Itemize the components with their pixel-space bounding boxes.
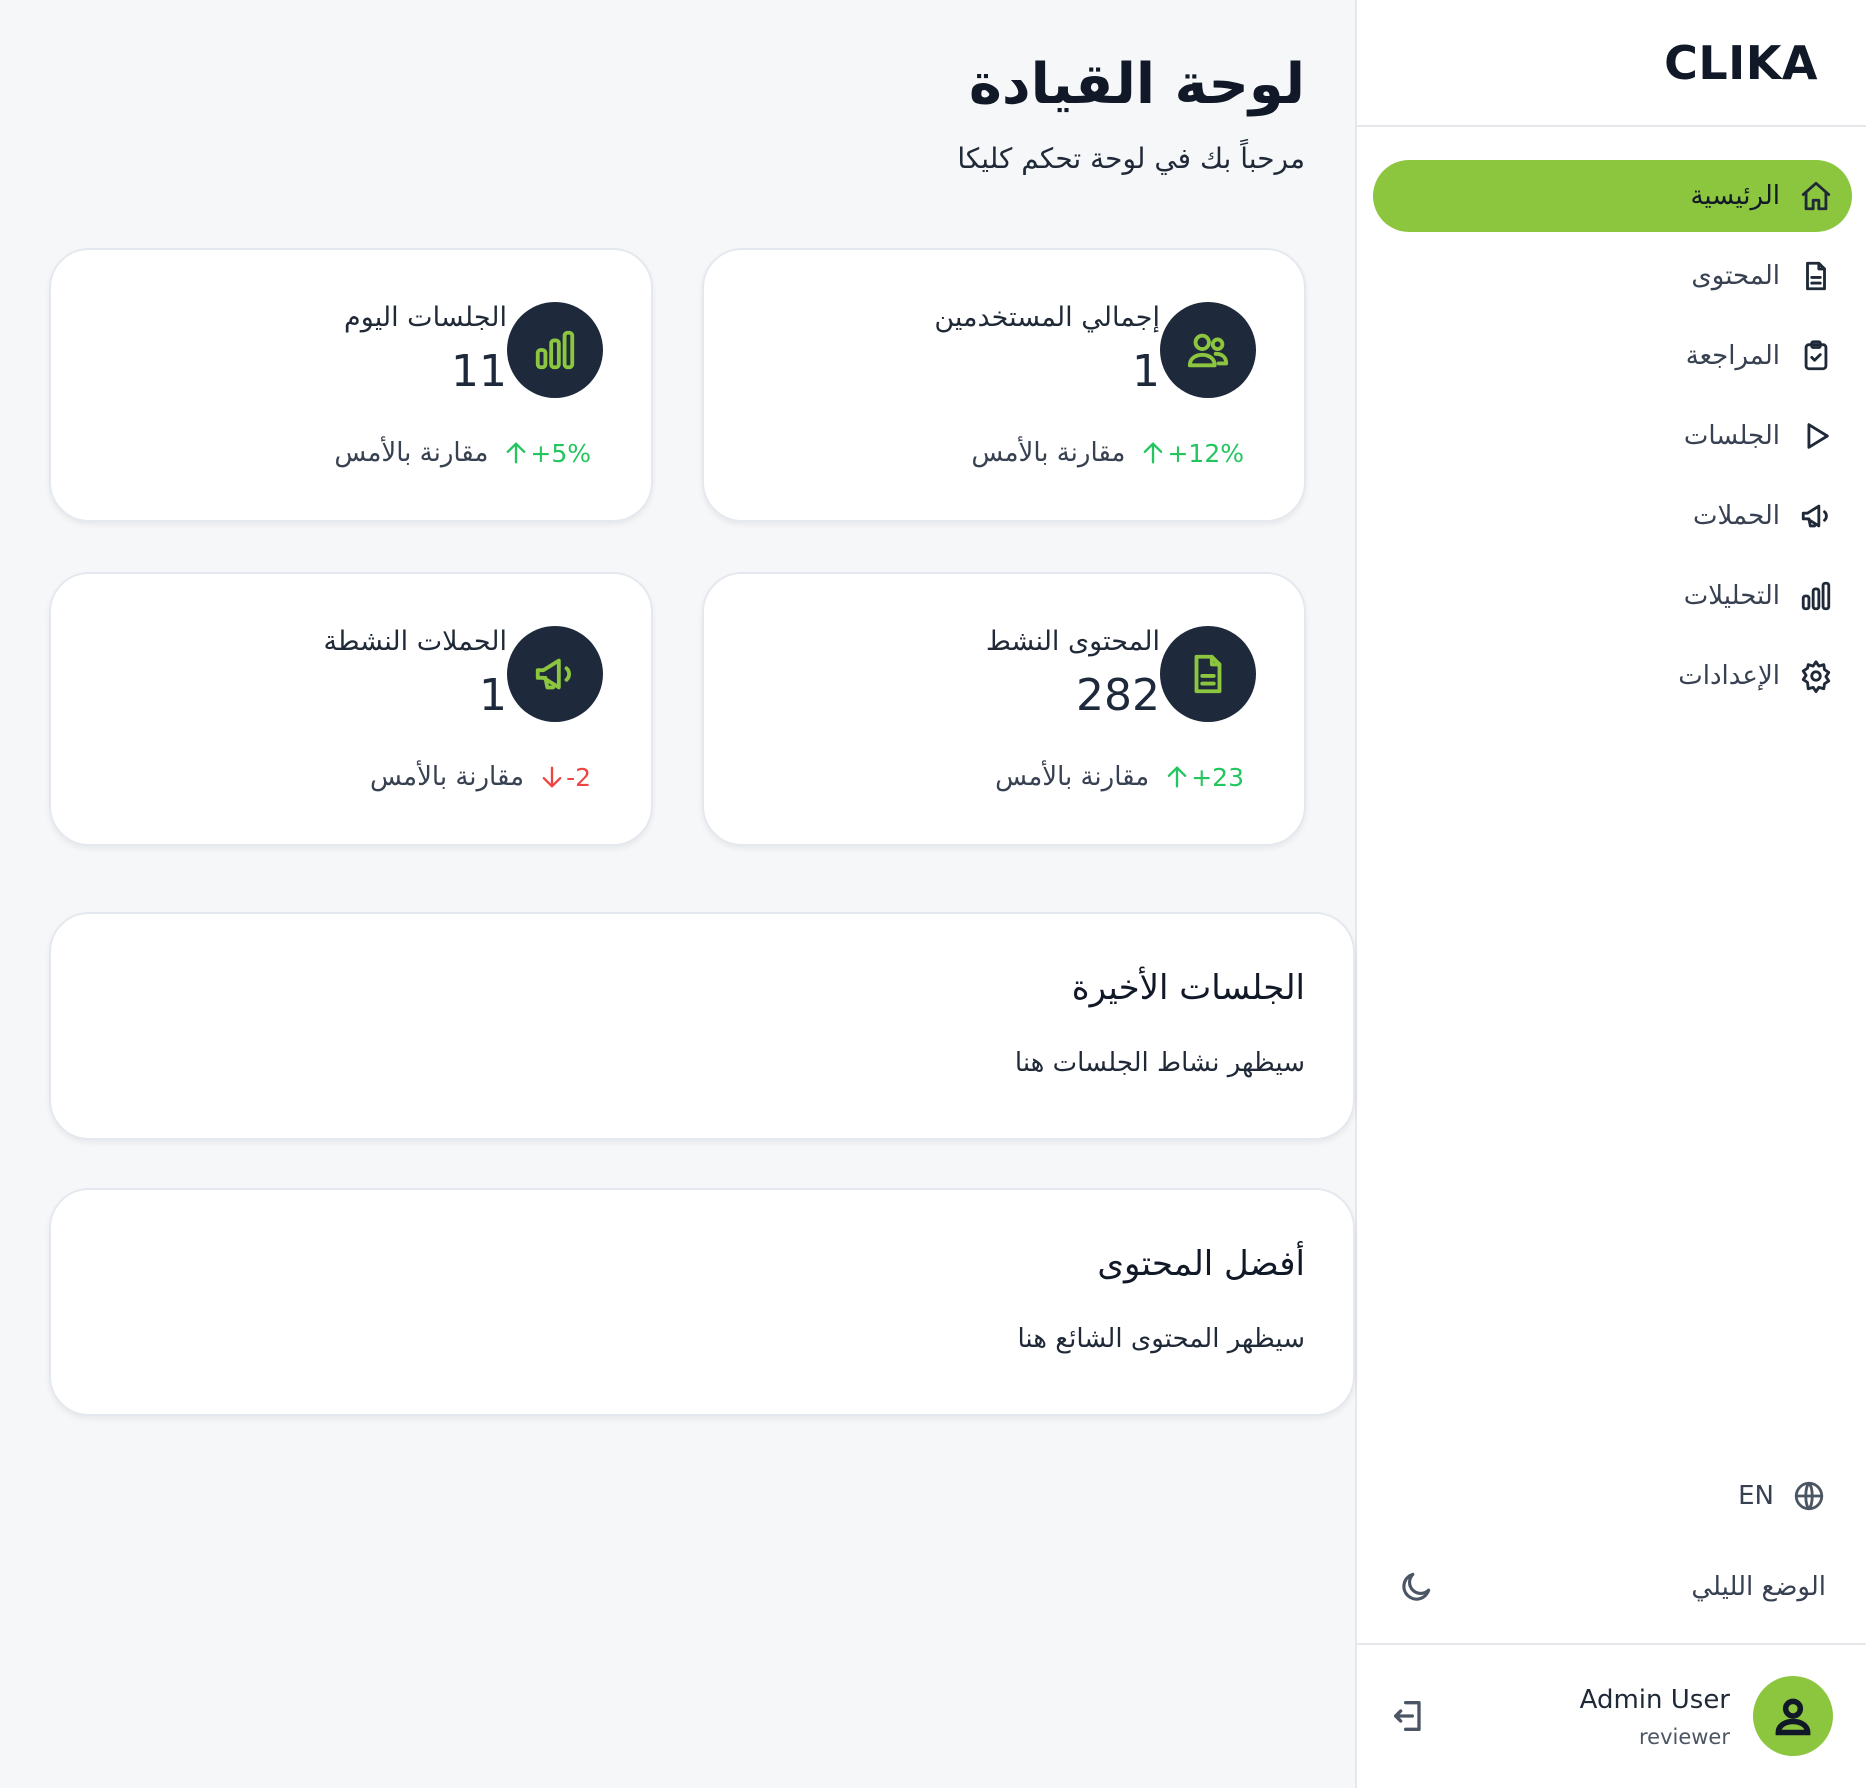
document-icon — [1796, 256, 1836, 296]
top-content-title: أفضل المحتوى — [1097, 1244, 1305, 1284]
stat-label: المحتوى النشط — [985, 626, 1160, 657]
stat-delta-value: +23 — [1191, 762, 1244, 792]
stat-icon-circle — [507, 302, 603, 398]
stat-compare: +12% مقارنة بالأمس — [971, 438, 1244, 468]
stat-compare: -2 مقارنة بالأمس — [370, 762, 591, 792]
recent-sessions-empty-text: سيظهر نشاط الجلسات هنا — [1014, 1048, 1305, 1078]
sidebar-item-home[interactable]: الرئيسية — [1373, 160, 1852, 232]
page-subtitle: مرحباً بك في لوحة تحكم كليكا — [957, 142, 1305, 175]
users-icon — [1187, 333, 1229, 368]
arrow-up-icon — [1144, 442, 1163, 464]
stat-compare-text: مقارنة بالأمس — [370, 762, 525, 792]
night-mode-label: الوضع الليلي — [1691, 1572, 1826, 1602]
stat-icon-circle — [1160, 302, 1256, 398]
stat-compare: +5% مقارنة بالأمس — [334, 438, 591, 468]
sidebar-nav: الرئيسية المحتوى المراجعة الجلسات الحملا… — [1373, 160, 1852, 720]
recent-sessions-title: الجلسات الأخيرة — [1071, 968, 1305, 1008]
globe-icon — [1794, 1481, 1824, 1511]
megaphone-icon — [535, 658, 571, 690]
bar-chart-icon — [1796, 576, 1836, 616]
sidebar-item-label: الإعدادات — [1678, 661, 1780, 691]
stat-delta-value: -2 — [566, 762, 591, 792]
recent-sessions-card: الجلسات الأخيرة سيظهر نشاط الجلسات هنا — [49, 912, 1355, 1140]
bar-chart-icon — [535, 330, 575, 370]
page-title: لوحة القيادة — [968, 52, 1305, 117]
sidebar-item-sessions[interactable]: الجلسات — [1373, 400, 1852, 472]
sidebar: CLIKA الرئيسية المحتوى المراجعة الجلسات — [1355, 0, 1866, 1788]
logout-button[interactable] — [1389, 1696, 1429, 1740]
sidebar-item-content[interactable]: المحتوى — [1373, 240, 1852, 312]
top-content-card: أفضل المحتوى سيظهر المحتوى الشائع هنا — [49, 1188, 1355, 1416]
user-name: Admin User — [1579, 1685, 1730, 1715]
stat-label: الحملات النشطة — [323, 626, 507, 657]
stat-compare: +23 مقارنة بالأمس — [995, 762, 1244, 792]
megaphone-icon — [1796, 496, 1836, 536]
night-mode-toggle[interactable] — [1397, 1568, 1435, 1610]
sidebar-item-label: المراجعة — [1685, 341, 1780, 371]
language-switch[interactable]: EN — [1738, 1479, 1826, 1513]
stat-delta: +5% — [502, 439, 591, 468]
sidebar-item-review[interactable]: المراجعة — [1373, 320, 1852, 392]
document-icon — [1194, 654, 1222, 694]
stat-label: إجمالي المستخدمين — [934, 302, 1160, 333]
stat-card-sessions-today: الجلسات اليوم 11 +5% مقارنة بالأمس — [49, 248, 653, 522]
stat-card-active-campaigns: الحملات النشطة 1 -2 مقارنة بالأمس — [49, 572, 653, 846]
stat-value: 1 — [1132, 346, 1160, 397]
sidebar-item-label: التحليلات — [1683, 581, 1780, 611]
language-label: EN — [1738, 1481, 1774, 1511]
stat-compare-text: مقارنة بالأمس — [334, 438, 489, 468]
sidebar-item-label: الرئيسية — [1690, 181, 1780, 211]
sidebar-item-analytics[interactable]: التحليلات — [1373, 560, 1852, 632]
sidebar-item-label: الجلسات — [1683, 421, 1780, 451]
arrow-down-icon — [542, 766, 562, 788]
arrow-up-icon — [507, 442, 526, 464]
gear-icon — [1796, 656, 1836, 696]
stat-card-active-content: المحتوى النشط 282 +23 مقارنة بالأمس — [702, 572, 1306, 846]
stat-icon-circle — [1160, 626, 1256, 722]
logout-icon — [1394, 1701, 1421, 1731]
stat-delta: -2 — [538, 763, 591, 792]
clipboard-check-icon — [1796, 336, 1836, 376]
stat-compare-text: مقارنة بالأمس — [995, 762, 1150, 792]
user-role: reviewer — [1638, 1725, 1730, 1749]
stat-icon-circle — [507, 626, 603, 722]
arrow-up-icon — [1167, 766, 1187, 788]
brand-logo-text[interactable]: CLIKA — [1664, 36, 1818, 90]
sidebar-item-settings[interactable]: الإعدادات — [1373, 640, 1852, 712]
stat-compare-text: مقارنة بالأمس — [971, 438, 1126, 468]
sidebar-item-label: الحملات — [1693, 501, 1780, 531]
stat-delta-value: +12% — [1167, 438, 1244, 468]
stat-delta: +12% — [1139, 439, 1244, 468]
stat-delta: +23 — [1163, 763, 1244, 792]
sidebar-item-label: المحتوى — [1691, 261, 1780, 291]
user-icon — [1775, 1698, 1811, 1736]
home-icon — [1796, 176, 1836, 216]
stat-value: 282 — [1076, 670, 1160, 721]
stat-card-total-users: إجمالي المستخدمين 1 +12% مقارنة بالأمس — [702, 248, 1306, 522]
stat-value: 11 — [451, 346, 507, 397]
stat-value: 1 — [479, 670, 507, 721]
sidebar-item-campaigns[interactable]: الحملات — [1373, 480, 1852, 552]
sidebar-divider — [1357, 1643, 1866, 1645]
stat-delta-value: +5% — [530, 438, 591, 468]
play-icon — [1796, 416, 1836, 456]
avatar[interactable] — [1753, 1676, 1833, 1756]
brand-header: CLIKA — [1357, 0, 1866, 127]
stat-label: الجلسات اليوم — [344, 302, 507, 333]
moon-icon — [1402, 1572, 1431, 1601]
top-content-empty-text: سيظهر المحتوى الشائع هنا — [1017, 1324, 1306, 1354]
